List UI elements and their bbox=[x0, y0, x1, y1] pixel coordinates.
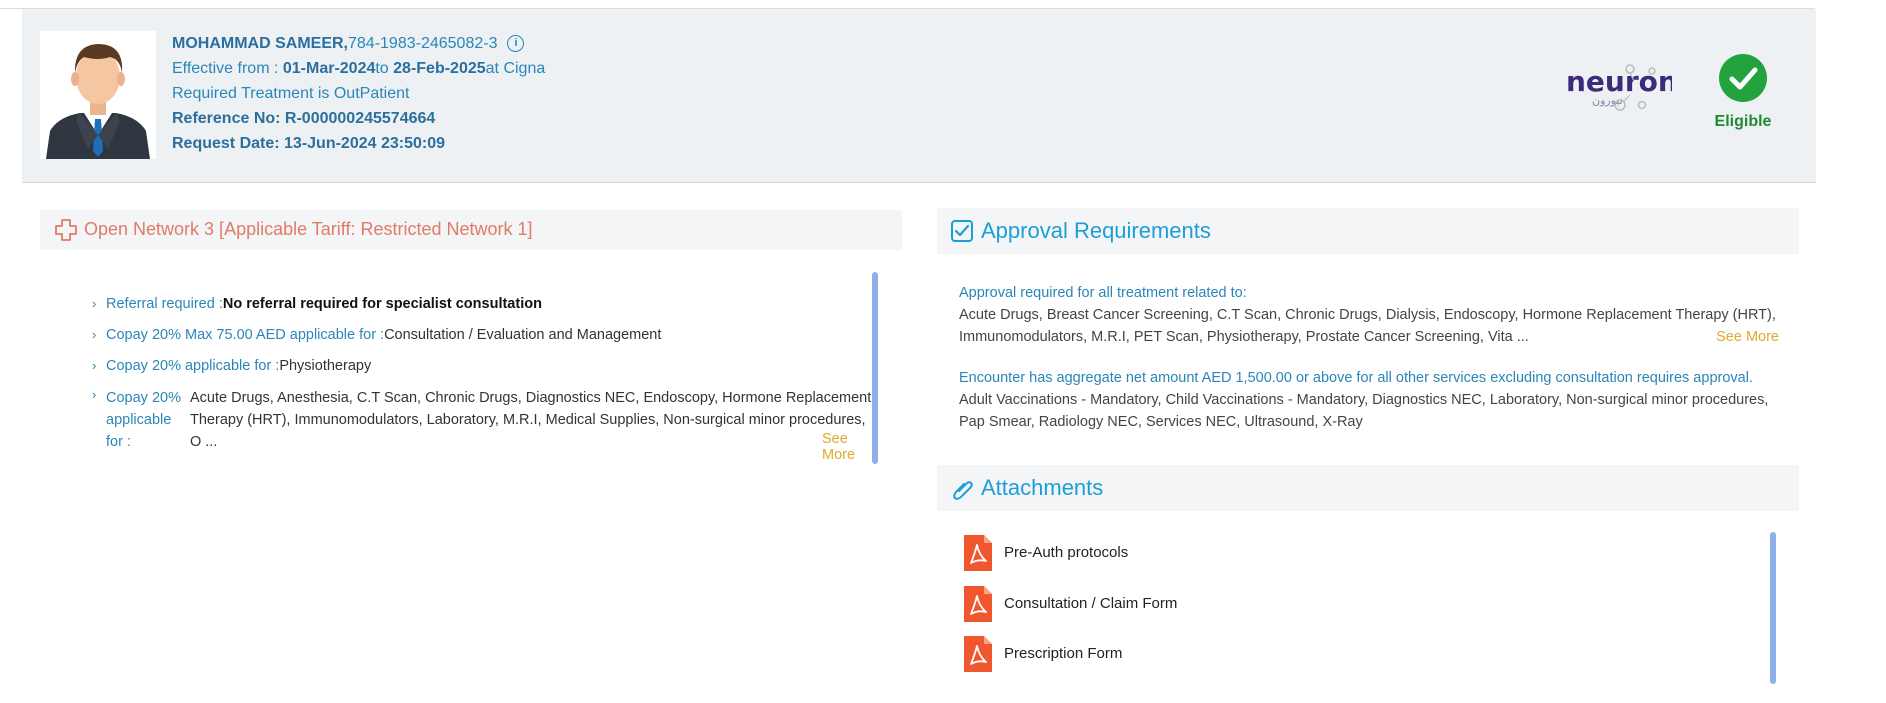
rule-label: Copay 20% Max 75.00 AED applicable for : bbox=[106, 327, 385, 343]
request-date: Request Date: 13-Jun-2024 23:50:09 bbox=[172, 135, 446, 152]
eligible-check-icon bbox=[1719, 54, 1767, 102]
network-title: Open Network 3 [Applicable Tariff: Restr… bbox=[84, 219, 533, 239]
patient-avatar bbox=[40, 31, 156, 159]
see-more-link[interactable]: See More bbox=[1716, 326, 1779, 348]
scrollbar[interactable] bbox=[872, 272, 878, 464]
chevron-right-icon: › bbox=[92, 327, 97, 342]
chevron-right-icon: › bbox=[92, 296, 97, 311]
approval-block2-heading: Encounter has aggregate net amount AED 1… bbox=[959, 370, 1753, 386]
pdf-icon bbox=[964, 535, 992, 571]
approval-block2-text: Adult Vaccinations - Mandatory, Child Va… bbox=[959, 392, 1769, 430]
approval-block1-text: Acute Drugs, Breast Cancer Screening, C.… bbox=[959, 304, 1779, 348]
eligibility-status: Eligible bbox=[1714, 113, 1772, 130]
patient-name-line: MOHAMMAD SAMEER,784-1983-2465082-3 i bbox=[172, 31, 545, 56]
attachment-item[interactable]: Prescription Form bbox=[964, 636, 1364, 674]
rule-value: No referral required for specialist cons… bbox=[222, 296, 542, 312]
attachments-title: Attachments bbox=[981, 475, 1104, 500]
approval-block1-list: Acute Drugs, Breast Cancer Screening, C.… bbox=[959, 307, 1776, 345]
chevron-right-icon: › bbox=[92, 387, 97, 402]
chevron-right-icon: › bbox=[92, 358, 97, 373]
paperclip-icon bbox=[951, 477, 973, 501]
rule-label: Referral required : bbox=[106, 296, 223, 312]
pdf-icon bbox=[964, 586, 992, 622]
info-icon[interactable]: i bbox=[507, 35, 525, 52]
pdf-icon bbox=[964, 636, 992, 672]
rule-label: Copay 20% applicable for : bbox=[106, 358, 280, 374]
attachment-name[interactable]: Consultation / Claim Form bbox=[1004, 595, 1177, 612]
patient-header: MOHAMMAD SAMEER,784-1983-2465082-3 i Effe… bbox=[22, 9, 1816, 183]
approval-content: Approval required for all treatment rela… bbox=[959, 282, 1779, 433]
insurer: at Cigna bbox=[485, 60, 546, 77]
emirates-id: 784-1983-2465082-3 bbox=[348, 35, 498, 52]
effective-dates: Effective from : 01-Mar-2024to 28-Feb-20… bbox=[172, 56, 545, 81]
approval-title: Approval Requirements bbox=[981, 218, 1211, 243]
effective-from: 01-Mar-2024 bbox=[282, 60, 376, 77]
patient-info: MOHAMMAD SAMEER,784-1983-2465082-3 i Effe… bbox=[172, 31, 545, 156]
rule-value: Acute Drugs, Anesthesia, C.T Scan, Chron… bbox=[190, 390, 872, 450]
approval-block1-heading: Approval required for all treatment rela… bbox=[959, 285, 1247, 301]
to-word: to bbox=[375, 60, 394, 77]
rule-value: Consultation / Evaluation and Management bbox=[384, 327, 662, 343]
medical-cross-icon bbox=[54, 218, 78, 242]
attachment-item[interactable]: Pre-Auth protocols bbox=[964, 535, 1364, 573]
approval-header: Approval Requirements bbox=[937, 208, 1799, 254]
effective-to: 28-Feb-2025 bbox=[393, 60, 486, 77]
attachments-header: Attachments bbox=[937, 465, 1799, 511]
reference-number: Reference No: R-000000245574664 bbox=[172, 110, 436, 127]
rule-value: Physiotherapy bbox=[279, 358, 372, 374]
scrollbar[interactable] bbox=[1770, 532, 1776, 684]
neuron-logo: neuron نيورون bbox=[1542, 59, 1678, 119]
rule-label: Copay 20% applicable for : bbox=[106, 390, 181, 450]
network-header: Open Network 3 [Applicable Tariff: Restr… bbox=[40, 210, 902, 250]
attachment-item[interactable]: Consultation / Claim Form bbox=[964, 586, 1364, 624]
attachment-name[interactable]: Prescription Form bbox=[1004, 645, 1122, 662]
attachment-name[interactable]: Pre-Auth protocols bbox=[1004, 544, 1128, 561]
rule-item: › Copay 20% applicable for : Acute Drugs… bbox=[92, 387, 882, 463]
effective-prefix: Effective from : bbox=[172, 60, 283, 77]
treatment-type: Required Treatment is OutPatient bbox=[172, 85, 410, 102]
patient-name: MOHAMMAD SAMEER, bbox=[172, 35, 348, 52]
checkbox-icon bbox=[951, 220, 973, 242]
